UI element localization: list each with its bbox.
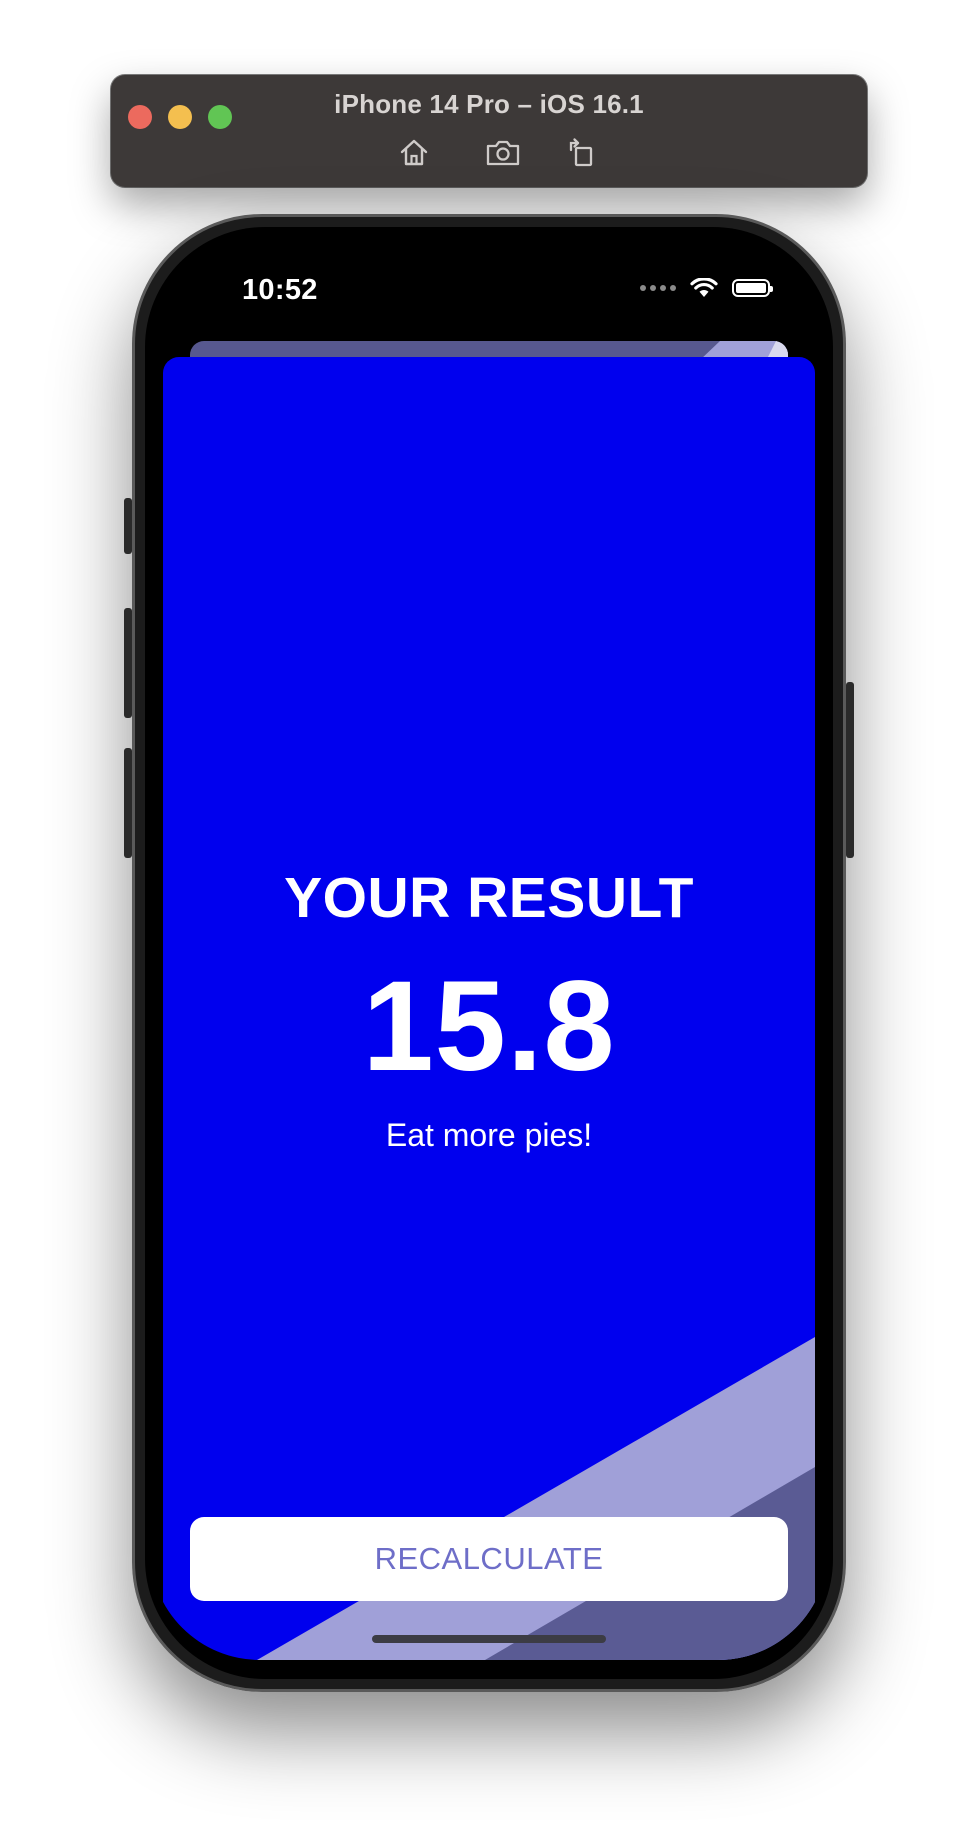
rotate-button[interactable] [561, 135, 601, 169]
home-indicator[interactable] [372, 1635, 606, 1643]
home-button[interactable] [394, 135, 434, 169]
recalculate-button[interactable]: RECALCULATE [190, 1517, 788, 1601]
result-advice: Eat more pies! [385, 1117, 593, 1153]
cellular-signal-icon [640, 285, 676, 291]
mute-switch[interactable] [124, 498, 132, 554]
result-sheet: YOUR RESULT 15.8 Eat more pies! RECALCUL… [163, 357, 815, 1660]
status-bar-icons [640, 278, 773, 298]
volume-down-button[interactable] [124, 748, 132, 858]
status-bar-time: 10:52 [242, 274, 318, 306]
simulator-window-title: iPhone 14 Pro – iOS 16.1 [334, 89, 644, 119]
screenshot-icon [486, 140, 520, 166]
volume-up-button[interactable] [124, 608, 132, 718]
screenshot-button[interactable] [483, 135, 523, 169]
home-icon [400, 139, 428, 166]
result-title: YOUR RESULT [284, 866, 694, 930]
iphone-screen: 10:52 YOUR RESULT 15.8 Eat more pies! RE… [150, 232, 828, 1660]
simulator-stage: iPhone 14 Pro – iOS 16.1 10:52 YOUR RESU… [0, 0, 978, 1842]
simulator-title-bar: iPhone 14 Pro – iOS 16.1 [111, 75, 867, 187]
wifi-icon [690, 278, 718, 297]
bmi-value: 15.8 [362, 955, 616, 1098]
battery-icon [732, 279, 773, 297]
power-button[interactable] [846, 682, 854, 858]
rotate-icon [569, 138, 593, 167]
